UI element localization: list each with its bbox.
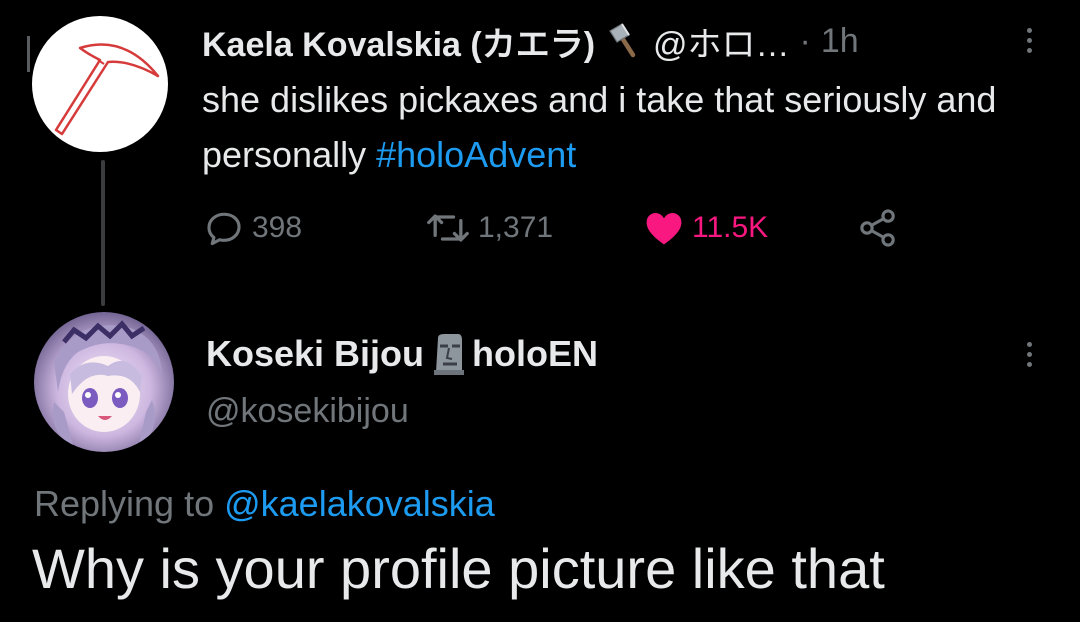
- timestamp[interactable]: 1h: [821, 22, 859, 61]
- retweet-icon: [427, 214, 469, 242]
- reply-author-handle[interactable]: @kosekibijou: [206, 392, 409, 431]
- heart-icon: [646, 212, 682, 245]
- reply-avatar[interactable]: [34, 312, 174, 452]
- reply-icon: [207, 212, 241, 246]
- avatar[interactable]: [32, 16, 168, 152]
- author-handle[interactable]: @ホロ…: [653, 17, 790, 66]
- tweet-body: she dislikes pickaxes and i take that se…: [202, 79, 997, 175]
- replying-to-line: Replying to @kaelakovalskia: [34, 483, 495, 525]
- retweet-count: 1,371: [478, 211, 554, 244]
- like-button[interactable]: 11.5K: [642, 204, 768, 252]
- reply-more-options-button[interactable]: [1014, 334, 1044, 374]
- moai-icon: [434, 334, 465, 375]
- like-count: 11.5K: [692, 211, 769, 244]
- more-options-button[interactable]: [1014, 20, 1044, 60]
- more-dot-icon: [1026, 341, 1032, 347]
- more-dot-icon: [1026, 37, 1032, 43]
- anime-character-avatar-icon: [52, 320, 162, 448]
- separator-dot: ·: [799, 21, 811, 60]
- thread-connector: [101, 160, 105, 306]
- reply-author-suffix: holoEN: [472, 333, 599, 374]
- reply-author-name-row[interactable]: Koseki Bijou holoEN: [206, 328, 598, 380]
- more-dot-icon: [1026, 361, 1032, 367]
- tweet-header: Kaela Kovalskia (カエラ) @ホロ… · 1h: [202, 18, 1002, 64]
- hammer-icon: [609, 23, 636, 58]
- more-dot-icon: [1026, 27, 1032, 33]
- tweet-text: she dislikes pickaxes and i take that se…: [202, 72, 1022, 182]
- more-dot-icon: [1026, 47, 1032, 53]
- reply-body: Why is your profile picture like that: [32, 537, 885, 600]
- replying-to-label: Replying to: [34, 483, 225, 524]
- replying-to-handle-link[interactable]: @kaelakovalskia: [224, 483, 495, 524]
- retweet-button[interactable]: 1,371: [424, 204, 553, 252]
- more-dot-icon: [1026, 351, 1032, 357]
- reply-count: 398: [252, 211, 303, 244]
- reply-author-name[interactable]: Koseki Bijou: [206, 333, 424, 375]
- hashtag-link[interactable]: #holoAdvent: [376, 134, 576, 175]
- author-name[interactable]: Kaela Kovalskia (カエラ): [202, 17, 595, 66]
- tweet-actions: 398 1,371 11.5K: [202, 204, 922, 252]
- share-icon: [860, 209, 895, 247]
- share-button[interactable]: [856, 204, 900, 252]
- pickaxe-icon: [54, 43, 160, 136]
- thread-edge-mark: [27, 36, 30, 72]
- reply-button[interactable]: 398: [202, 204, 302, 252]
